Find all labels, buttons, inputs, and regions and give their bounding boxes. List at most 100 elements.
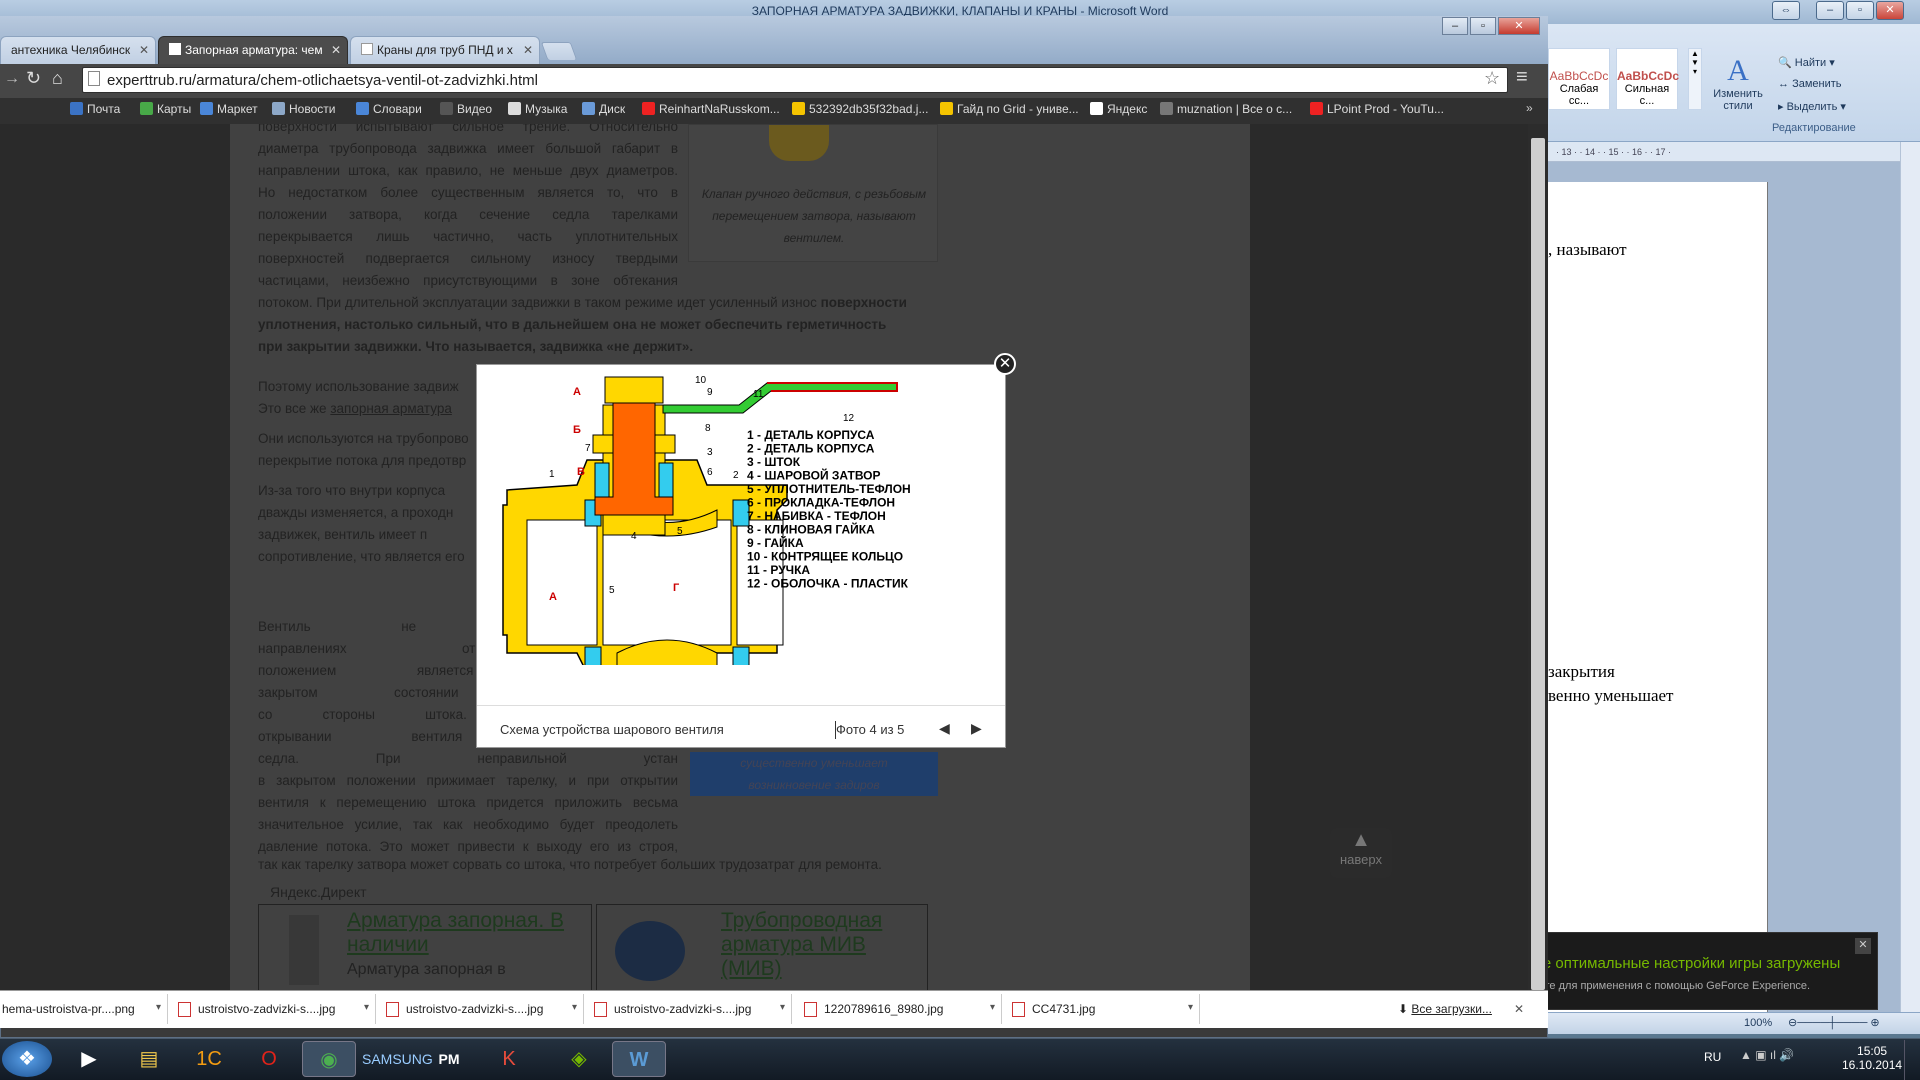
chrome-taskbar-icon[interactable]: ◉ bbox=[302, 1041, 356, 1077]
replace-button[interactable]: ↔ Заменить bbox=[1778, 78, 1842, 90]
browser-minimize-button[interactable]: – bbox=[1442, 17, 1468, 35]
select-button[interactable]: ▸ Выделить ▾ bbox=[1778, 100, 1846, 113]
bookmark-item[interactable]: ReinhartNaRusskom... bbox=[642, 102, 780, 116]
previous-photo-button[interactable]: ◀ bbox=[939, 720, 950, 737]
bookmark-item[interactable]: Яндекс bbox=[1090, 102, 1147, 116]
style-gallery-scroll[interactable]: ▲ ▼ ▾ bbox=[1688, 48, 1702, 110]
bookmark-item[interactable]: Диск bbox=[582, 102, 625, 116]
tray-icons[interactable]: ▲ ▣ ıl 🔊 bbox=[1740, 1048, 1794, 1062]
download-menu-icon[interactable]: ▾ bbox=[364, 1002, 369, 1013]
nvidia-icon[interactable]: ◈ bbox=[552, 1041, 606, 1077]
clock[interactable]: 15:05 16.10.2014 bbox=[1842, 1044, 1902, 1072]
download-menu-icon[interactable]: ▾ bbox=[1188, 1002, 1193, 1013]
start-button[interactable]: ❖ bbox=[2, 1041, 52, 1077]
style-gallery-item[interactable]: AaBbCcDc Сильная с... bbox=[1616, 48, 1679, 110]
download-item[interactable]: CC4731.jpg ▾ bbox=[1004, 994, 1200, 1024]
tab-close-icon[interactable]: ✕ bbox=[139, 43, 149, 57]
bookmark-favicon-icon bbox=[440, 102, 453, 115]
download-menu-icon[interactable]: ▾ bbox=[990, 1002, 995, 1013]
home-icon[interactable]: ⌂ bbox=[52, 68, 63, 89]
bookmark-item[interactable]: Гайд по Grid - униве... bbox=[940, 102, 1079, 116]
label-5: 5 bbox=[677, 526, 683, 537]
bookmark-item[interactable]: Музыка bbox=[508, 102, 567, 116]
bookmark-star-icon[interactable]: ☆ bbox=[1484, 68, 1500, 89]
new-tab-button[interactable] bbox=[540, 42, 578, 60]
scroll-to-top-button[interactable]: ▲ наверх bbox=[1330, 828, 1392, 878]
word-maximize-button[interactable]: ▫ bbox=[1846, 1, 1874, 20]
word-minimize-button[interactable]: – bbox=[1816, 1, 1844, 20]
download-item[interactable]: ustroistvo-zadvizki-s....jpg ▾ bbox=[586, 994, 792, 1024]
notification-body: Щелкните для применения с помощью GeForc… bbox=[1505, 980, 1811, 992]
bookmark-item[interactable]: Словари bbox=[356, 102, 422, 116]
bookmark-item[interactable]: Новости bbox=[272, 102, 335, 116]
zoom-level[interactable]: 100% bbox=[1744, 1017, 1772, 1029]
bookmark-item[interactable]: LPoint Prod - YouTu... bbox=[1310, 102, 1444, 116]
ad-title[interactable]: Арматура запорная. В наличии bbox=[347, 909, 587, 957]
download-item[interactable]: hema-ustroistva-pr....png ▾ bbox=[0, 994, 168, 1024]
download-item[interactable]: 1220789616_8980.jpg ▾ bbox=[796, 994, 1002, 1024]
word-restore-icon[interactable]: ⇔ bbox=[1772, 1, 1800, 20]
show-desktop-button[interactable] bbox=[1904, 1040, 1920, 1080]
legend-item: 7 - НАБИВКА - ТЕФЛОН bbox=[747, 509, 886, 523]
menu-icon[interactable]: ≡ bbox=[1516, 66, 1528, 89]
ad-title[interactable]: Трубопроводная арматура МИВ (МИВ) bbox=[721, 909, 921, 981]
tab-close-icon[interactable]: ✕ bbox=[523, 43, 533, 57]
all-downloads-link[interactable]: ⬇ Все загрузки... bbox=[1398, 1002, 1492, 1016]
bookmark-item[interactable]: Видео bbox=[440, 102, 492, 116]
bookmark-item[interactable]: Почта bbox=[70, 102, 120, 116]
word-ruler: · 13 · · 14 · · 15 · · 16 · · 17 · bbox=[1548, 142, 1920, 162]
style-gallery-item[interactable]: AaBbCcDc Слабая сс... bbox=[1548, 48, 1610, 110]
download-item[interactable]: ustroistvo-zadvizki-s....jpg ▾ bbox=[378, 994, 584, 1024]
article-paragraph-tail: так как тарелку затвора может сорвать со… bbox=[258, 857, 882, 872]
bookmark-item[interactable]: Маркет bbox=[200, 102, 258, 116]
pm-icon[interactable]: PM bbox=[422, 1041, 476, 1077]
next-photo-button[interactable]: ▶ bbox=[971, 720, 982, 737]
caption-line: Клапан ручного действия, с резьбовым bbox=[701, 187, 927, 201]
ad-block[interactable]: Арматура запорная. В наличии Арматура за… bbox=[258, 904, 592, 990]
bookmark-item[interactable]: Карты bbox=[140, 102, 191, 116]
label-8: 8 bbox=[705, 423, 711, 434]
lightbox-close-button[interactable]: ✕ bbox=[994, 353, 1016, 375]
bookmark-item[interactable]: 532392db35f32bad.j... bbox=[792, 102, 928, 116]
word-close-button[interactable]: ✕ bbox=[1876, 1, 1904, 20]
media-player-icon[interactable]: ▶ bbox=[62, 1041, 116, 1077]
language-indicator[interactable]: RU bbox=[1704, 1050, 1721, 1064]
notification-close-button[interactable]: ✕ bbox=[1855, 938, 1871, 954]
tab-krany-pnd[interactable]: Краны для труб ПНД и х ✕ bbox=[350, 36, 540, 64]
opera-icon[interactable]: O bbox=[242, 1041, 296, 1077]
label-v: В bbox=[577, 466, 585, 478]
browser-maximize-button[interactable]: ▫ bbox=[1470, 17, 1496, 35]
word-vertical-scrollbar[interactable] bbox=[1900, 142, 1920, 1020]
change-styles-button[interactable]: A Изменить стили bbox=[1708, 54, 1768, 112]
label-1: 1 bbox=[549, 469, 555, 480]
download-menu-icon[interactable]: ▾ bbox=[780, 1002, 785, 1013]
download-menu-icon[interactable]: ▾ bbox=[156, 1002, 161, 1013]
bookmark-item[interactable]: muznation | Все о с... bbox=[1160, 102, 1292, 116]
browser-close-button[interactable]: ✕ bbox=[1498, 17, 1540, 35]
tab-close-icon[interactable]: ✕ bbox=[331, 43, 341, 57]
armatura-link[interactable]: запорная арматура bbox=[330, 401, 452, 416]
legend-item: 9 - ГАЙКА bbox=[747, 535, 804, 550]
forward-icon[interactable]: → bbox=[4, 70, 20, 88]
page-icon bbox=[361, 43, 373, 55]
download-item[interactable]: ustroistvo-zadvizki-s....jpg ▾ bbox=[170, 994, 376, 1024]
zoom-slider[interactable]: ⊖────┼──── ⊕ bbox=[1788, 1016, 1880, 1029]
tab-zapornaya-armatura[interactable]: Запорная арматура: чем ✕ bbox=[158, 36, 348, 64]
samsung-icon[interactable]: SAMSUNG bbox=[362, 1041, 433, 1077]
word-taskbar-icon[interactable]: W bbox=[612, 1041, 666, 1077]
1c-icon[interactable]: 1С bbox=[182, 1041, 236, 1077]
address-bar[interactable]: experttrub.ru/armatura/chem-otlichaetsya… bbox=[82, 67, 1508, 93]
ad-block[interactable]: Трубопроводная арматура МИВ (МИВ) bbox=[596, 904, 928, 990]
kaspersky-icon[interactable]: K bbox=[482, 1041, 536, 1077]
tab-santehnika[interactable]: антехника Челябинск ✕ bbox=[0, 36, 156, 64]
downloads-close-button[interactable]: ✕ bbox=[1514, 1002, 1524, 1016]
label-12: 12 bbox=[843, 413, 855, 424]
legend-item: 12 - ОБОЛОЧКА - ПЛАСТИК bbox=[747, 577, 909, 591]
download-menu-icon[interactable]: ▾ bbox=[572, 1002, 577, 1013]
bookmarks-overflow-icon[interactable]: » bbox=[1526, 101, 1533, 115]
reload-icon[interactable]: ↻ bbox=[26, 68, 41, 89]
file-explorer-icon[interactable]: ▤ bbox=[122, 1041, 176, 1077]
scrollbar-thumb[interactable] bbox=[1531, 138, 1545, 990]
find-button[interactable]: 🔍 Найти ▾ bbox=[1778, 56, 1835, 69]
valve-photo bbox=[769, 125, 829, 161]
